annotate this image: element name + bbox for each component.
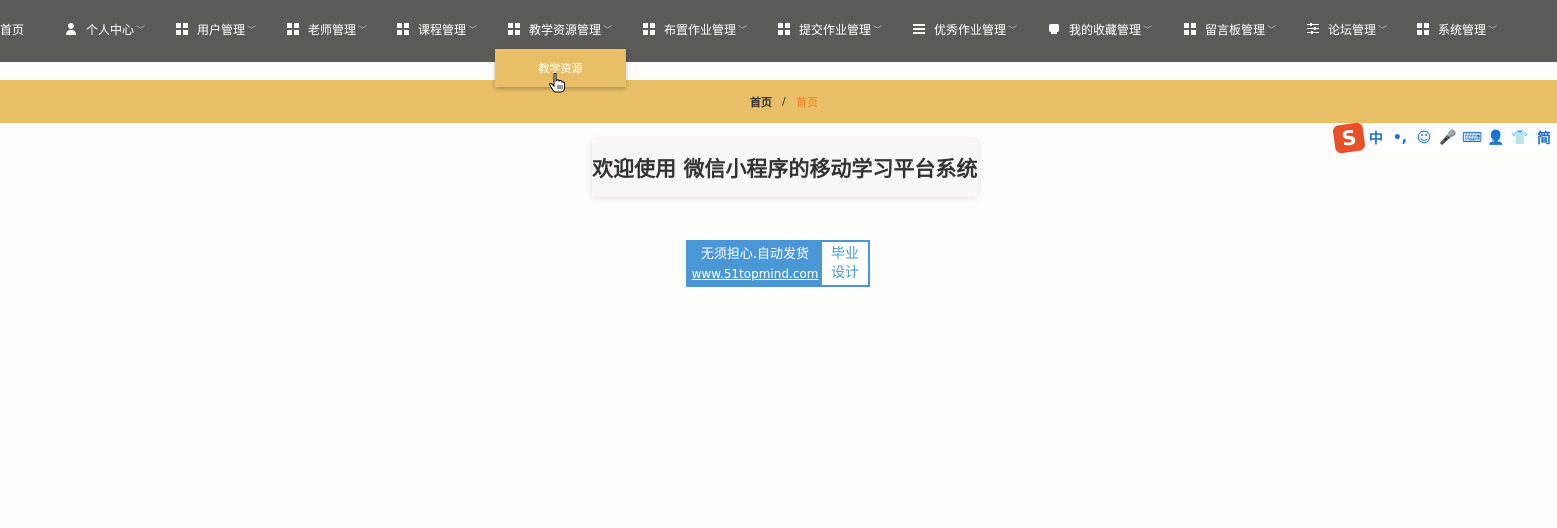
chevron-down-icon: ﹀ (1143, 25, 1153, 36)
chevron-down-icon: ﹀ (1378, 25, 1388, 36)
breadcrumb-current: 首页 (796, 95, 818, 109)
user-icon (65, 23, 77, 35)
nav-item-label: 个人中心 (86, 22, 135, 37)
nav-item-label: 老师管理 (308, 22, 357, 37)
nav-item-label: 留言板管理 (1205, 22, 1266, 37)
grid-icon (1184, 23, 1196, 35)
chevron-down-icon: ﹀ (468, 25, 478, 36)
grid-icon (176, 23, 188, 35)
watermark-badge: 无须担心.自动发货 www.51topmind.com 毕业 设计 (686, 240, 870, 287)
nav-item-label: 课程管理 (418, 22, 467, 37)
nav-item-label: 用户管理 (197, 22, 246, 37)
breadcrumb-separator: / (782, 95, 786, 108)
nav-item-label: 提交作业管理 (799, 22, 872, 37)
grid-icon (1417, 23, 1429, 35)
hand-cursor-icon (549, 73, 565, 93)
ime-voice-button[interactable]: 🎤 (1436, 130, 1460, 146)
chevron-down-icon: ﹀ (136, 25, 146, 36)
nav-item-favorites-management[interactable]: 我的收藏管理 ﹀ (1048, 0, 1152, 58)
favorite-icon (1048, 23, 1060, 35)
nav-item-message-board-management[interactable]: 留言板管理 ﹀ (1184, 0, 1276, 58)
ime-keyboard-button[interactable]: ⌨ (1460, 130, 1484, 146)
top-navigation: 首页 个人中心 ﹀ 用户管理 ﹀ 老师管理 ﹀ 课程管理 ﹀ 教学资源管理 ﹀ … (0, 0, 1557, 62)
chevron-down-icon: ﹀ (603, 25, 613, 36)
nav-item-label: 我的收藏管理 (1069, 22, 1142, 37)
ime-chinese-mode-button[interactable]: 中 (1364, 128, 1388, 148)
ime-user-button[interactable]: 👤 (1484, 130, 1508, 146)
ime-punctuation-button[interactable]: •, (1388, 130, 1412, 146)
breadcrumb: 首页 / 首页 (0, 80, 1557, 123)
nav-item-course-management[interactable]: 课程管理 ﹀ (397, 0, 477, 58)
chevron-down-icon: ﹀ (873, 25, 883, 36)
nav-item-forum-management[interactable]: 论坛管理 ﹀ (1307, 0, 1387, 58)
nav-item-excellent-homework-management[interactable]: 优秀作业管理 ﹀ (913, 0, 1017, 58)
nav-item-personal-center[interactable]: 个人中心 ﹀ (65, 0, 145, 58)
chevron-down-icon: ﹀ (1008, 25, 1018, 36)
grid-icon (508, 23, 520, 35)
chevron-down-icon: ﹀ (1488, 25, 1498, 36)
sliders-icon (1307, 23, 1319, 35)
badge-slogan: 无须担心.自动发货 (700, 246, 810, 262)
nav-item-teacher-management[interactable]: 老师管理 ﹀ (287, 0, 367, 58)
sogou-logo-icon[interactable]: S (1332, 122, 1366, 154)
grid-icon (643, 23, 655, 35)
grid-icon (778, 23, 790, 35)
nav-item-label: 首页 (0, 22, 25, 37)
ime-skin-button[interactable]: 👕 (1508, 130, 1532, 146)
grid-icon (397, 23, 409, 35)
nav-item-assign-homework-management[interactable]: 布置作业管理 ﹀ (643, 0, 747, 58)
page-title: 欢迎使用 微信小程序的移动学习平台系统 (592, 157, 978, 181)
nav-item-label: 优秀作业管理 (934, 22, 1007, 37)
nav-item-label: 论坛管理 (1328, 22, 1377, 37)
grid-icon (287, 23, 299, 35)
breadcrumb-home-link[interactable]: 首页 (750, 80, 772, 123)
nav-item-label: 系统管理 (1438, 22, 1487, 37)
badge-right-panel: 毕业 设计 (822, 242, 868, 285)
nav-item-submit-homework-management[interactable]: 提交作业管理 ﹀ (778, 0, 882, 58)
badge-url[interactable]: www.51topmind.com (692, 265, 819, 283)
ime-simplified-button[interactable]: 简 (1532, 128, 1556, 148)
chevron-down-icon: ﹀ (358, 25, 368, 36)
chevron-down-icon: ﹀ (247, 25, 257, 36)
welcome-title: 欢迎使用 微信小程序的移动学习平台系统 (592, 139, 978, 197)
nav-item-system-management[interactable]: 系统管理 ﹀ (1417, 0, 1497, 58)
badge-right-line1: 毕业 (831, 245, 859, 262)
badge-left-panel: 无须担心.自动发货 www.51topmind.com (688, 242, 822, 285)
nav-item-home[interactable]: 首页 (0, 0, 24, 58)
chevron-down-icon: ﹀ (1267, 25, 1277, 36)
ime-emoji-button[interactable]: ☺ (1412, 130, 1436, 146)
nav-item-label: 布置作业管理 (664, 22, 737, 37)
nav-item-user-management[interactable]: 用户管理 ﹀ (176, 0, 256, 58)
chevron-down-icon: ﹀ (738, 25, 748, 36)
nav-item-label: 教学资源管理 (529, 22, 602, 37)
badge-right-line2: 设计 (831, 264, 859, 281)
ime-toolbar: S 中 •, ☺ 🎤 ⌨ 👤 👕 简 (1332, 122, 1557, 154)
list-icon (913, 23, 925, 35)
